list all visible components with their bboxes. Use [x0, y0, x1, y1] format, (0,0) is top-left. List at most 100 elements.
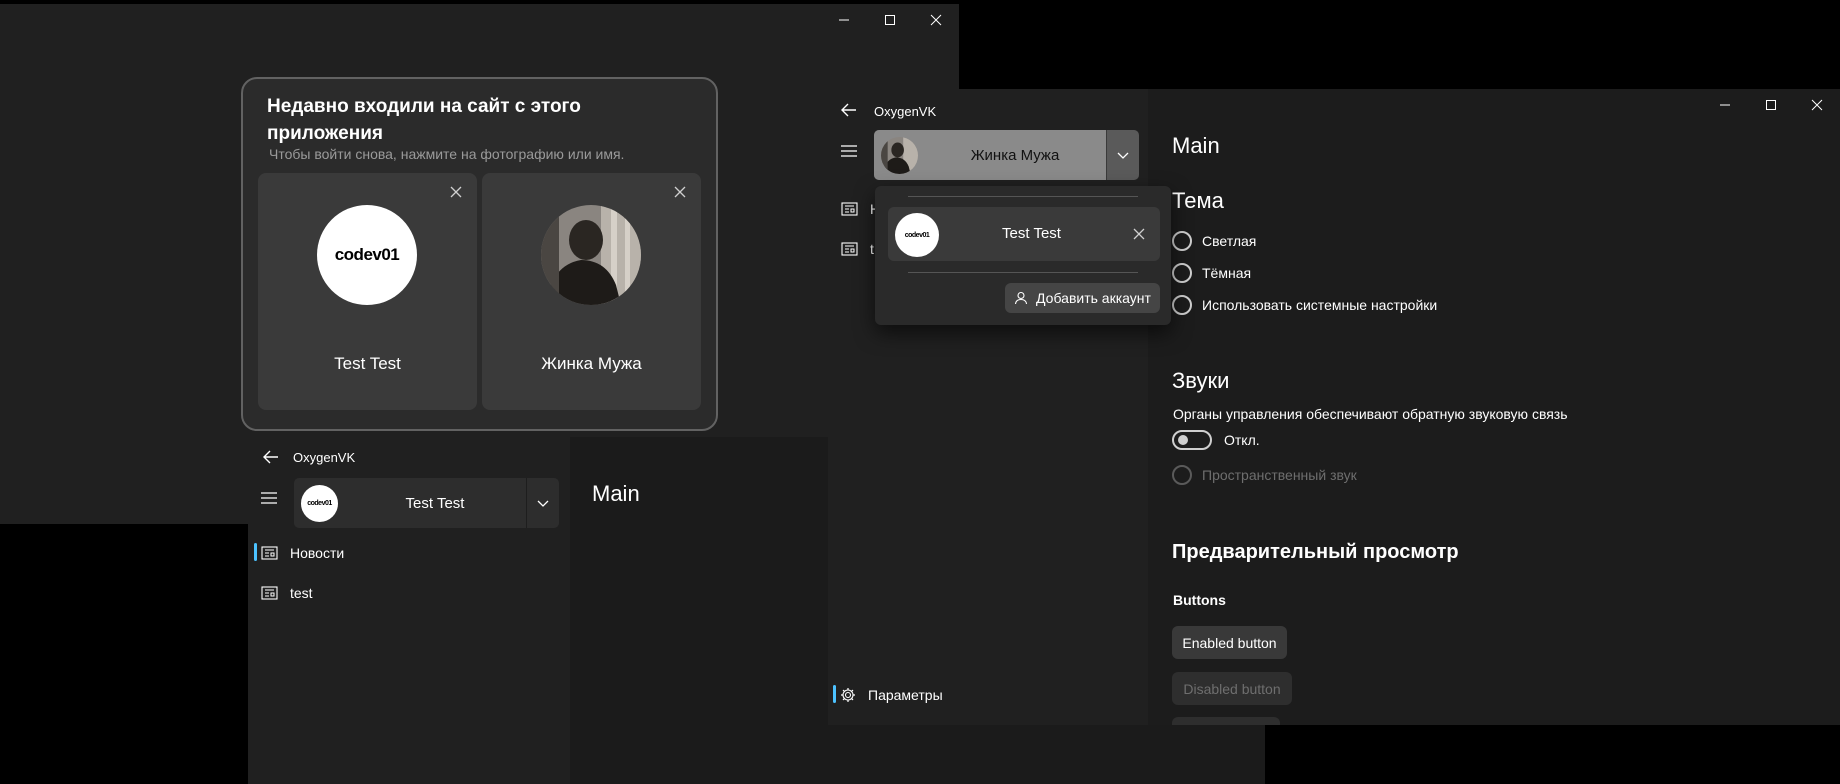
theme-option-light[interactable]: Светлая — [1172, 231, 1256, 251]
hamburger-icon[interactable] — [260, 491, 278, 505]
navigation-pane: OxygenVK Жинка Мужа t Параметры — [828, 89, 1148, 725]
maximize-icon — [1766, 100, 1776, 110]
avatar: codev01 — [301, 485, 338, 522]
app-title: OxygenVK — [293, 450, 356, 465]
add-account-label: Добавить аккаунт — [1036, 290, 1151, 306]
partial-button — [1172, 717, 1280, 725]
radio-button[interactable] — [1172, 295, 1192, 315]
button-label: Enabled button — [1182, 634, 1277, 651]
close-button[interactable] — [1794, 89, 1840, 121]
flyout-account-item[interactable]: codev01 Test Test — [888, 207, 1160, 261]
close-icon[interactable] — [1133, 228, 1145, 240]
spatial-sound-option: Пространственный звук — [1172, 465, 1357, 485]
account-dropdown-button[interactable] — [1106, 130, 1138, 180]
close-icon[interactable] — [449, 185, 463, 199]
avatar[interactable] — [541, 205, 641, 305]
nav-item-label: Параметры — [868, 687, 943, 703]
nav-item-label: test — [290, 585, 313, 601]
recent-logins-dialog: Недавно входили на сайт с этого приложен… — [241, 77, 718, 431]
selection-indicator — [254, 543, 257, 561]
navigation-pane: OxygenVK codev01 Test Test Новости test — [248, 437, 570, 784]
hamburger-icon[interactable] — [840, 144, 858, 158]
account-selector[interactable]: Жинка Мужа — [874, 130, 1139, 180]
enabled-button[interactable]: Enabled button — [1172, 626, 1287, 659]
gear-icon — [841, 688, 855, 702]
window-oxygenvk-2: OxygenVK Жинка Мужа t Параметры Main Тем… — [828, 89, 1840, 725]
sounds-heading: Звуки — [1172, 368, 1230, 393]
close-button[interactable] — [913, 4, 959, 36]
avatar — [881, 137, 918, 174]
divider — [908, 272, 1138, 273]
chevron-down-icon — [1117, 152, 1128, 159]
selection-indicator — [833, 685, 836, 703]
dialog-subtitle: Чтобы войти снова, нажмите на фотографию… — [269, 146, 625, 162]
radio-button[interactable] — [1172, 231, 1192, 251]
close-icon — [930, 14, 942, 26]
account-selector-main[interactable]: codev01 Test Test — [294, 478, 526, 528]
radio-button[interactable] — [1172, 263, 1192, 283]
account-selector-main[interactable]: Жинка Мужа — [874, 130, 1106, 180]
buttons-label: Buttons — [1173, 592, 1226, 608]
theme-option-system[interactable]: Использовать системные настройки — [1172, 295, 1437, 315]
radio-label: Тёмная — [1202, 265, 1252, 281]
button-label: Disabled button — [1183, 680, 1281, 697]
nav-item-test[interactable]: t — [841, 241, 874, 257]
theme-heading: Тема — [1172, 188, 1224, 213]
page-title: Main — [592, 481, 640, 506]
news-icon — [841, 242, 858, 256]
avatar-text: codev01 — [334, 245, 400, 264]
chevron-down-icon — [537, 500, 548, 507]
nav-item-settings[interactable]: Параметры — [840, 687, 943, 703]
window-caption-buttons — [821, 4, 959, 36]
account-flyout: codev01 Test Test Добавить аккаунт — [875, 186, 1171, 325]
minimize-button[interactable] — [821, 4, 867, 36]
window-caption-buttons — [1702, 89, 1840, 121]
account-selector[interactable]: codev01 Test Test — [294, 478, 559, 528]
toggle-knob — [1178, 435, 1188, 445]
news-icon — [841, 202, 858, 216]
disabled-button: Disabled button — [1172, 672, 1292, 705]
nav-item-news[interactable]: Новости — [261, 545, 344, 561]
sounds-toggle[interactable]: Откл. — [1172, 430, 1260, 450]
page-title: Main — [1172, 133, 1220, 158]
minimize-icon — [1720, 104, 1730, 106]
preview-heading: Предварительный просмотр — [1172, 541, 1459, 563]
toggle-switch[interactable] — [1172, 430, 1212, 450]
sounds-description: Органы управления обеспечивают обратную … — [1173, 406, 1568, 422]
account-name: Test Test — [405, 494, 465, 512]
main-content: Main Тема Светлая Тёмная Использовать си… — [1148, 89, 1840, 725]
app-title: OxygenVK — [874, 104, 937, 119]
minimize-icon — [839, 19, 849, 21]
account-name: Test Test — [1002, 225, 1061, 242]
maximize-button[interactable] — [1748, 89, 1794, 121]
account-name: Жинка Мужа — [970, 146, 1060, 164]
radio-label: Использовать системные настройки — [1202, 297, 1438, 313]
checkbox-disabled — [1172, 465, 1192, 485]
avatar: codev01 — [895, 213, 939, 257]
account-name[interactable]: Test Test — [258, 354, 477, 374]
spatial-sound-label: Пространственный звук — [1202, 467, 1357, 483]
avatar-photo — [541, 205, 641, 305]
nav-item-label: t — [870, 241, 874, 257]
account-card-test[interactable]: codev01 Test Test — [258, 173, 477, 410]
toggle-label: Откл. — [1224, 432, 1260, 448]
avatar[interactable]: codev01 — [317, 205, 417, 305]
avatar-text: codev01 — [904, 231, 930, 239]
add-account-button[interactable]: Добавить аккаунт — [1005, 283, 1160, 313]
divider — [908, 196, 1138, 197]
news-icon — [261, 586, 278, 600]
nav-item-test[interactable]: test — [261, 585, 313, 601]
theme-option-dark[interactable]: Тёмная — [1172, 263, 1251, 283]
radio-label: Светлая — [1202, 233, 1257, 249]
close-icon[interactable] — [673, 185, 687, 199]
person-icon — [1015, 291, 1028, 305]
account-name[interactable]: Жинка Мужа — [482, 354, 701, 374]
minimize-button[interactable] — [1702, 89, 1748, 121]
account-card-zhinka[interactable]: Жинка Мужа — [482, 173, 701, 410]
back-arrow-icon[interactable] — [840, 101, 858, 119]
back-arrow-icon[interactable] — [262, 448, 280, 466]
avatar-text: codev01 — [307, 500, 332, 507]
account-dropdown-button[interactable] — [526, 478, 558, 528]
nav-item-label: Новости — [290, 545, 345, 561]
maximize-button[interactable] — [867, 4, 913, 36]
